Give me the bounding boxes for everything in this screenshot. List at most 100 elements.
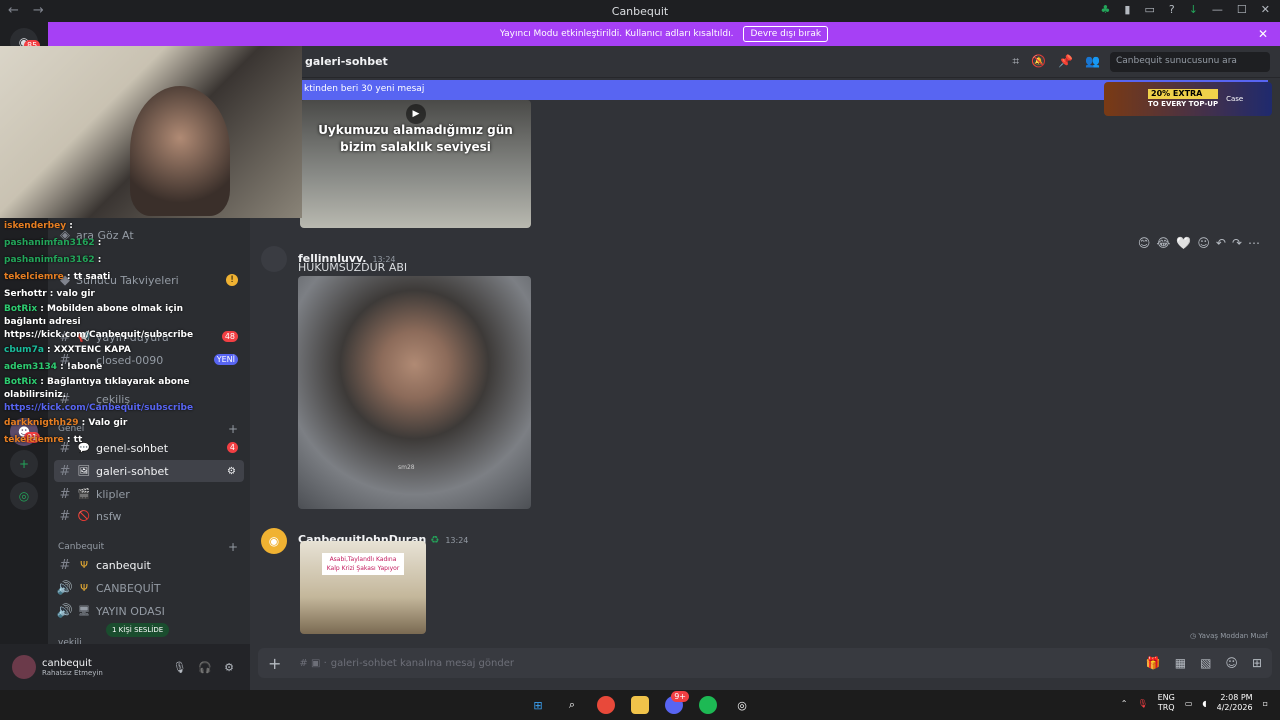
speaker-icon: 🔊 xyxy=(56,603,74,619)
clapper-icon: 🎬 xyxy=(77,488,91,500)
chat-line: darkknigthh29 : Valo gir xyxy=(4,418,128,428)
disable-streamer-mode-button[interactable]: Devre dışı bırak xyxy=(743,26,829,42)
avatar[interactable] xyxy=(12,655,36,679)
composer-placeholder[interactable]: galeri-sohbet kanalına mesaj gönder xyxy=(331,658,514,669)
settings-gear-icon[interactable]: ⚙ xyxy=(227,466,236,477)
add-server-icon[interactable]: + xyxy=(10,450,38,478)
pin-icon[interactable]: 📌 xyxy=(1058,54,1073,69)
search-icon[interactable]: ⌕ xyxy=(563,696,581,714)
gift-icon[interactable]: 🎁 xyxy=(1146,656,1161,670)
inbox-icon[interactable]: ▭ xyxy=(1144,3,1154,16)
add-channel-icon[interactable]: + xyxy=(228,422,238,436)
windows-start-icon[interactable]: ⊞ xyxy=(529,696,547,714)
search-input[interactable]: Canbequit sunucusunu ara xyxy=(1110,52,1270,72)
settings-gear-icon[interactable]: ⚙ xyxy=(224,661,234,674)
sidebar-item-galeri-sohbet[interactable]: # 🖼 galeri-sohbet ⚙ xyxy=(54,460,244,482)
forward-arrow-icon[interactable]: → xyxy=(33,3,44,18)
ad-line1: 20% EXTRA xyxy=(1148,89,1219,99)
chat-line: BotRix : Mobilden abone olmak için bağla… xyxy=(4,304,194,340)
spotify-icon[interactable] xyxy=(699,696,717,714)
sidebar-item-nsfw[interactable]: # 🚫 nsfw xyxy=(54,505,244,527)
message-text: HUKUMSUZDUR ABI xyxy=(298,261,408,274)
sidebar-item-yayin-odasi[interactable]: 🔊 🖥 YAYIN ODASI xyxy=(54,600,244,622)
image-watermark: sm28 xyxy=(398,464,415,471)
chat-line: tekelciemre : tt xyxy=(4,435,83,445)
threads-icon[interactable]: ⌗ xyxy=(1012,54,1019,69)
notifications-icon[interactable]: 🔕 xyxy=(1031,54,1046,69)
minimize-button[interactable]: — xyxy=(1212,3,1223,16)
channel-header: galeri-sohbet ⌗ 🔕 📌 👥 Canbequit sunucusu… xyxy=(250,46,1280,78)
channel-name: galeri-sohbet xyxy=(305,55,388,68)
chat-line: iskenderbey : xyxy=(4,221,73,231)
volume-icon[interactable]: ◖ xyxy=(1202,699,1206,708)
hash-icon: # xyxy=(59,463,71,479)
discord-icon[interactable]: 9+ xyxy=(665,691,689,714)
stream-chat-overlay: iskenderbey : pashanimfan3162 : pashanim… xyxy=(0,218,218,445)
sidebar-item-canbequit[interactable]: # Ψcanbequit xyxy=(54,554,244,576)
streamer-figure xyxy=(130,86,230,216)
reaction-emoji-icon[interactable]: 😂 xyxy=(1156,236,1170,250)
members-icon[interactable]: 👥 xyxy=(1085,54,1100,69)
download-icon[interactable]: ↓ xyxy=(1189,3,1198,16)
file-explorer-icon[interactable] xyxy=(631,696,649,714)
steam-icon[interactable]: ◎ xyxy=(733,696,751,714)
image-caption-line2: bizim salaklık seviyesi xyxy=(340,140,491,154)
avatar[interactable]: ◉ xyxy=(261,528,287,554)
microphone-icon[interactable]: 🎙 xyxy=(172,661,186,674)
gif-icon[interactable]: ▦ xyxy=(1175,656,1186,670)
sidebar-item-voice-canbequit[interactable]: 🔊 Ψ CANBEQUİT xyxy=(54,577,244,599)
network-icon[interactable]: ▭ xyxy=(1185,699,1193,708)
hash-icon: # xyxy=(59,508,71,524)
more-icon[interactable]: ⋯ xyxy=(1248,236,1260,250)
sidebar-item-klipler[interactable]: # 🎬 klipler xyxy=(54,483,244,505)
speaker-icon: 🔊 xyxy=(56,580,74,596)
chat-line: adem3134 : !abone xyxy=(4,362,103,372)
ad-line2: TO EVERY TOP-UP xyxy=(1148,100,1219,108)
forward-icon[interactable]: ↷ xyxy=(1232,236,1242,250)
rune-icon: Ψ xyxy=(80,559,88,571)
microphone-icon[interactable]: 🎙 xyxy=(1137,699,1147,708)
chat-line: pashanimfan3162 : xyxy=(4,238,102,248)
headphones-icon[interactable]: 🎧 xyxy=(198,661,212,674)
help-icon[interactable]: ? xyxy=(1169,3,1175,16)
chrome-icon[interactable] xyxy=(597,696,615,714)
chevron-up-icon[interactable]: ⌃ xyxy=(1121,699,1128,708)
message-composer[interactable]: + # ▣ · galeri-sohbet kanalına mesaj gön… xyxy=(258,648,1272,678)
apps-icon[interactable]: ⊞ xyxy=(1252,656,1262,670)
reaction-heart-icon[interactable]: 🤍 xyxy=(1176,236,1191,250)
ad-banner[interactable]: 20% EXTRA TO EVERY TOP-UP Case xyxy=(1104,82,1272,116)
attach-plus-icon[interactable]: + xyxy=(268,654,281,673)
message-image[interactable]: ▶ Uykumuzu alamadığımız gün bizim salakl… xyxy=(300,100,531,228)
message-image[interactable]: sm28 xyxy=(298,276,531,509)
window-titlebar: ← → Canbequit ♣ ▮ ▭ ? ↓ — ☐ ✕ xyxy=(0,0,1280,22)
message-image[interactable]: Asabi,Taylandlı Kadına Kalp Krizi Şakası… xyxy=(300,541,426,634)
clock[interactable]: 2:08 PM 4/2/2026 xyxy=(1217,693,1253,713)
notifications-icon[interactable]: ▫ xyxy=(1263,699,1268,708)
rune-icon: Ψ xyxy=(80,582,88,594)
bookmark-icon[interactable]: ▮ xyxy=(1124,3,1130,16)
username: canbequit xyxy=(42,657,92,669)
add-channel-icon[interactable]: + xyxy=(228,540,238,554)
chat-line: BotRix : Bağlantıya tıklayarak abone ola… xyxy=(4,377,194,413)
close-icon[interactable]: ✕ xyxy=(1258,27,1268,41)
verified-icon: ♻ xyxy=(430,535,440,546)
language-indicator[interactable]: ENG TRQ xyxy=(1158,693,1175,713)
reply-icon[interactable]: ↶ xyxy=(1216,236,1226,250)
window-title: Canbequit xyxy=(611,4,669,18)
hash-icon: # ▣ · xyxy=(299,657,327,669)
play-icon[interactable]: ▶ xyxy=(406,104,426,124)
reaction-emoji-icon[interactable]: 😊 xyxy=(1138,236,1151,250)
category-canbequit[interactable]: Canbequit xyxy=(58,542,104,552)
user-status: Rahatsız Etmeyin xyxy=(42,668,103,677)
leaf-icon[interactable]: ♣ xyxy=(1101,3,1111,16)
avatar[interactable] xyxy=(261,246,287,272)
add-reaction-icon[interactable]: ☺ xyxy=(1197,236,1210,250)
unread-badge: 48 xyxy=(221,331,238,342)
back-arrow-icon[interactable]: ← xyxy=(8,3,19,18)
explore-icon[interactable]: ◎ xyxy=(10,482,38,510)
image-caption-line1: Asabi,Taylandlı Kadına xyxy=(329,556,397,563)
close-window-button[interactable]: ✕ xyxy=(1261,3,1270,16)
emoji-icon[interactable]: ☺ xyxy=(1225,656,1238,670)
maximize-button[interactable]: ☐ xyxy=(1237,3,1247,16)
sticker-icon[interactable]: ▧ xyxy=(1200,656,1211,670)
